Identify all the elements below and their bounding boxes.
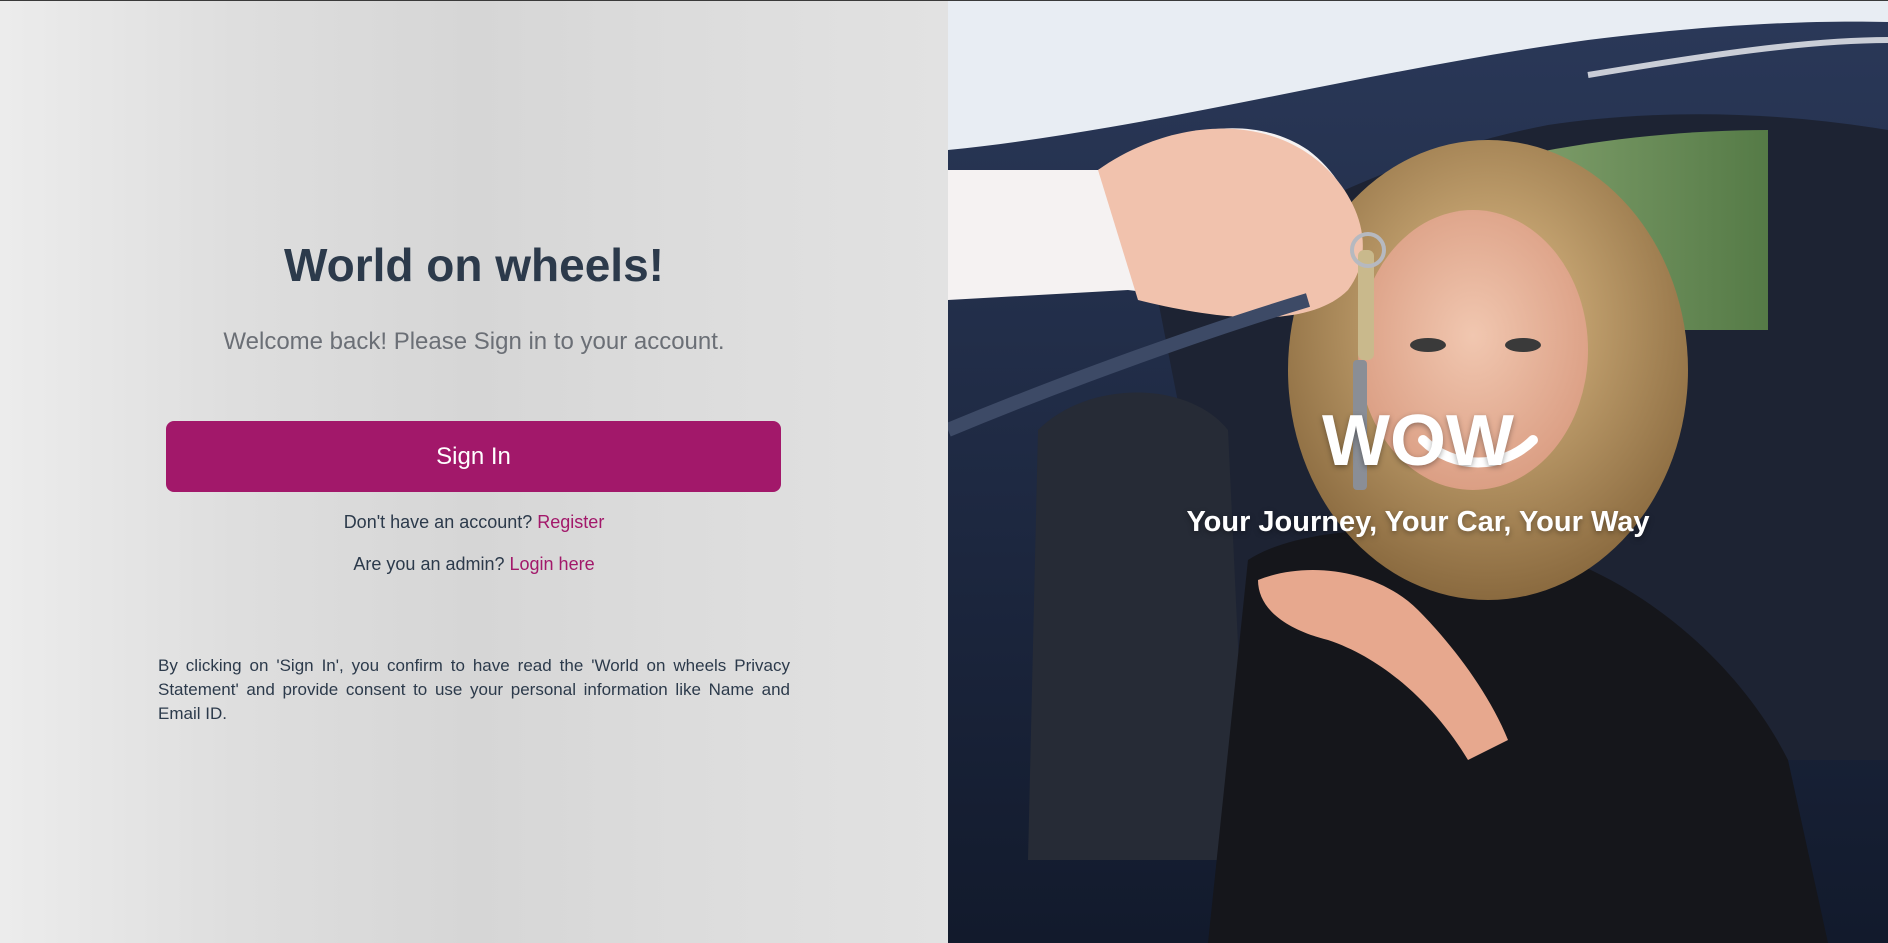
register-link[interactable]: Register <box>537 512 604 532</box>
brand-logo-text: WOW <box>1322 401 1514 481</box>
page-title: World on wheels! <box>284 239 664 291</box>
admin-login-link[interactable]: Login here <box>510 554 595 574</box>
brand-tagline: Your Journey, Your Car, Your Way <box>1186 506 1650 538</box>
register-row: Don't have an account? Register <box>0 512 948 533</box>
register-prompt: Don't have an account? <box>343 512 533 532</box>
privacy-consent-text: By clicking on 'Sign In', you confirm to… <box>158 656 790 723</box>
admin-row: Are you an admin? Login here <box>0 554 948 575</box>
page-subtitle: Welcome back! Please Sign in to your acc… <box>223 328 725 355</box>
top-border <box>0 0 1888 1</box>
hero-panel: WOW Your Journey, Your Car, Your Way <box>948 0 1888 943</box>
admin-prompt: Are you an admin? <box>353 554 505 574</box>
sign-in-button[interactable]: Sign In <box>166 421 781 492</box>
login-panel: World on wheels! Welcome back! Please Si… <box>0 0 948 943</box>
